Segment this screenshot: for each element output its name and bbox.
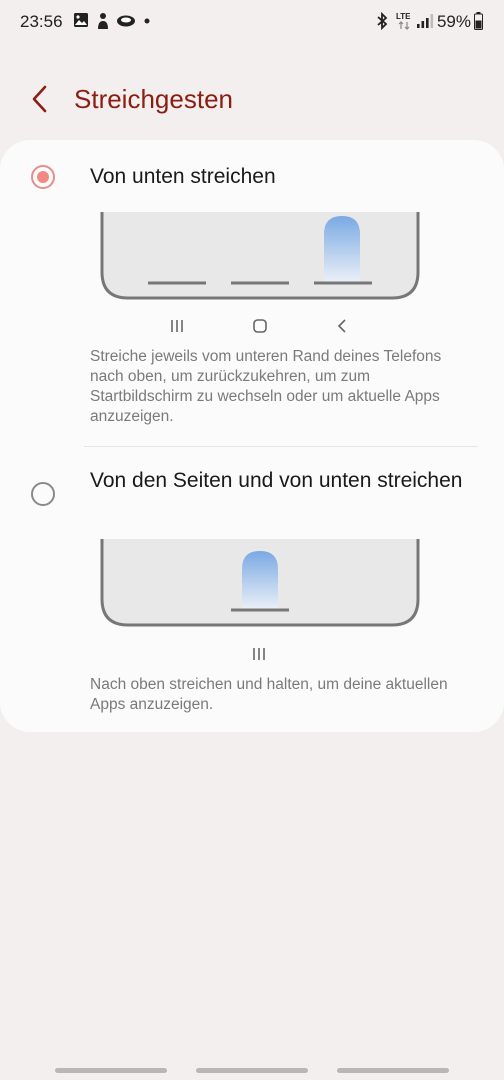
gesture-hint-center[interactable] xyxy=(196,1068,308,1073)
option-description: Nach oben streichen und halten, um deine… xyxy=(90,676,448,713)
battery-percent: 59% xyxy=(436,12,471,31)
cloud-icon xyxy=(117,15,135,27)
swipe-from-bottom-illustration xyxy=(100,212,420,300)
swipe-from-sides-illustration xyxy=(100,539,420,627)
signal-icon xyxy=(417,14,434,28)
gesture-hint-left[interactable] xyxy=(55,1068,167,1073)
recents-icon xyxy=(171,320,183,332)
divider xyxy=(84,446,478,447)
lte-icon: LTE xyxy=(396,12,411,30)
status-time: 23:56 xyxy=(20,12,63,31)
radio-unselected[interactable] xyxy=(31,482,55,506)
option-label: Von unten streichen xyxy=(90,165,276,188)
nav-keys-row xyxy=(252,644,272,664)
battery-icon xyxy=(474,12,483,30)
home-icon xyxy=(253,319,267,333)
svg-text:LTE: LTE xyxy=(396,12,411,21)
option-swipe-from-bottom[interactable]: Von unten streichen xyxy=(0,158,504,198)
nav-keys-row xyxy=(170,316,360,336)
bluetooth-icon xyxy=(377,12,388,30)
app-header: Streichgesten xyxy=(0,70,504,130)
back-icon[interactable] xyxy=(24,82,58,116)
option-label: Von den Seiten und von unten streichen xyxy=(90,469,463,492)
back-nav-icon xyxy=(337,319,346,333)
gesture-hint-right[interactable] xyxy=(337,1068,449,1073)
image-icon xyxy=(74,13,88,27)
gesture-options-card: Von unten streichen Streiche jeweils vom… xyxy=(0,140,504,732)
dot-icon xyxy=(144,18,150,24)
page-title: Streichgesten xyxy=(74,84,233,114)
status-bar: 23:56 LTE 59% xyxy=(0,0,504,46)
recents-icon xyxy=(253,648,265,660)
option-swipe-from-sides-and-bottom[interactable]: Von den Seiten und von unten streichen xyxy=(0,466,504,526)
option-description: Streiche jeweils vom unteren Rand deines… xyxy=(90,348,442,425)
radio-selected[interactable] xyxy=(31,165,55,189)
person-icon xyxy=(98,13,108,29)
